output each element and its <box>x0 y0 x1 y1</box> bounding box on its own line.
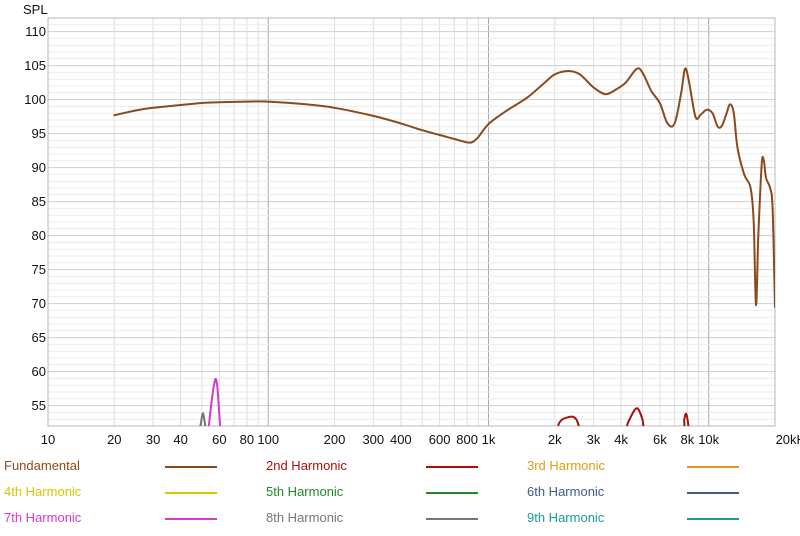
y-tick-label: 105 <box>24 58 46 73</box>
x-tick-label: 100 <box>257 432 279 447</box>
y-tick-label: 90 <box>32 160 46 175</box>
x-tick-label: 20 <box>107 432 121 447</box>
y-tick-label: 75 <box>32 262 46 277</box>
legend-swatch <box>687 492 739 494</box>
x-tick-label: 40 <box>173 432 187 447</box>
legend-swatch <box>687 466 739 468</box>
legend-swatch <box>165 466 217 468</box>
x-tick-label: 2k <box>548 432 562 447</box>
y-axis-title: SPL <box>23 2 48 17</box>
x-tick-label: 300 <box>362 432 384 447</box>
x-tick-label: 10 <box>41 432 55 447</box>
grid <box>47 18 776 426</box>
y-tick-label: 70 <box>32 296 46 311</box>
legend-label: 3rd Harmonic <box>527 458 606 473</box>
x-tick-label: 600 <box>429 432 451 447</box>
legend-swatch <box>426 518 478 520</box>
legend-label: 8th Harmonic <box>266 510 344 525</box>
y-tick-label: 100 <box>24 92 46 107</box>
x-tick-label: 1k <box>482 432 496 447</box>
legend-label: 2nd Harmonic <box>266 458 347 473</box>
y-tick-label: 85 <box>32 194 46 209</box>
y-tick-label: 95 <box>32 126 46 141</box>
x-tick-label: 6k <box>653 432 667 447</box>
x-tick-label: 400 <box>390 432 412 447</box>
legend-swatch <box>165 518 217 520</box>
x-tick-label: 20kHz <box>776 432 800 447</box>
y-tick-label: 65 <box>32 330 46 345</box>
x-tick-label: 800 <box>456 432 478 447</box>
legend-label: 4th Harmonic <box>4 484 82 499</box>
legend-label: 5th Harmonic <box>266 484 344 499</box>
legend-swatch <box>687 518 739 520</box>
legend-swatch <box>165 492 217 494</box>
legend-label: Fundamental <box>4 458 80 473</box>
legend-label: 9th Harmonic <box>527 510 605 525</box>
x-tick-label: 30 <box>146 432 160 447</box>
y-axis-ticks: 55 60 65 70 75 80 85 90 95 100 105 110 <box>24 24 46 413</box>
x-tick-label: 3k <box>587 432 601 447</box>
x-axis-ticks: 10 20 30 40 60 80 100 200 300 400 600 800 1k 2k 3k 4k 6k… <box>41 432 800 447</box>
x-tick-label: 80 <box>240 432 254 447</box>
x-tick-label: 10k <box>698 432 719 447</box>
legend: Fundamental 2nd Harmonic 3rd Harmonic 4th H… <box>0 452 800 536</box>
legend-label: 6th Harmonic <box>527 484 605 499</box>
legend-swatch <box>426 466 478 468</box>
legend-label: 7th Harmonic <box>4 510 82 525</box>
y-tick-label: 60 <box>32 364 46 379</box>
series-lines <box>113 67 775 426</box>
x-tick-label: 4k <box>614 432 628 447</box>
legend-swatch <box>426 492 478 494</box>
y-tick-label: 55 <box>32 398 46 413</box>
x-tick-label: 200 <box>324 432 346 447</box>
y-tick-label: 110 <box>25 24 46 39</box>
x-tick-label: 60 <box>212 432 226 447</box>
y-tick-label: 80 <box>32 228 46 243</box>
x-tick-label: 8k <box>680 432 694 447</box>
